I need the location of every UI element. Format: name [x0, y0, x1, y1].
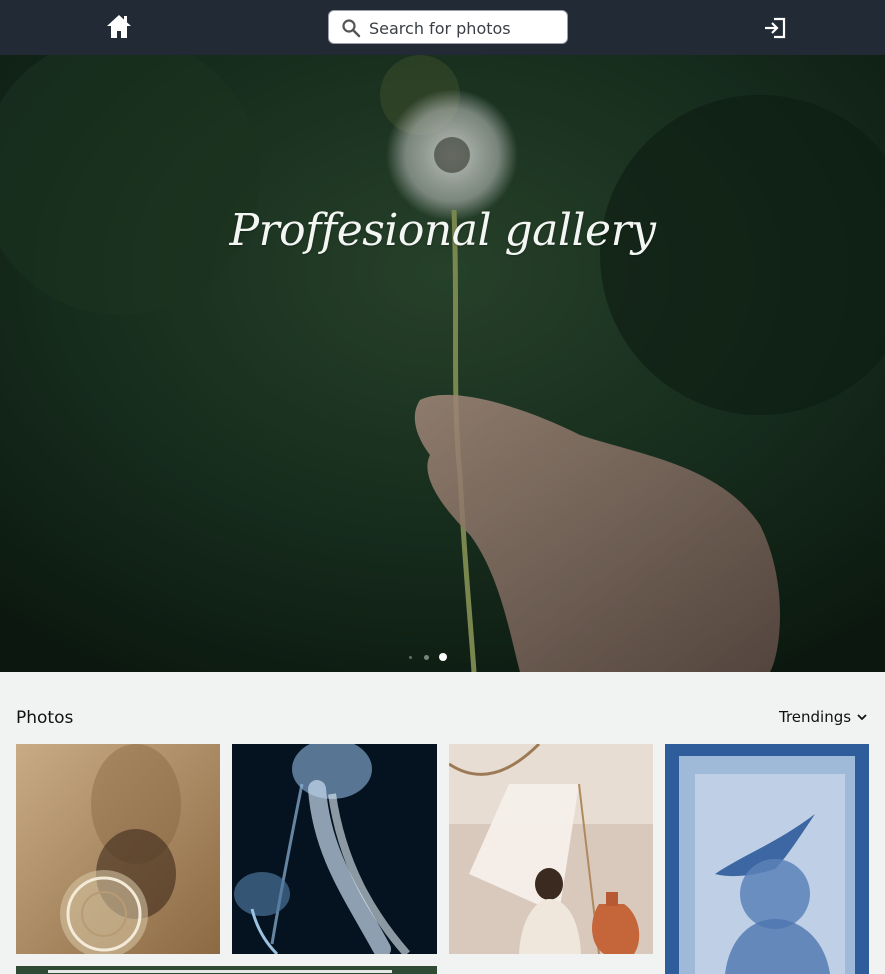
carousel-indicators [406, 653, 456, 663]
search-icon [342, 19, 361, 38]
hero-title: Proffesional gallery [229, 205, 656, 256]
photo-card[interactable] [665, 744, 869, 974]
photo-cyanotype-bird [665, 744, 869, 974]
hero-image [0, 55, 885, 672]
sort-label: Trendings [779, 708, 852, 726]
photos-section-title: Photos [16, 708, 74, 728]
hero-carousel: Proffesional gallery [0, 55, 885, 672]
carousel-dot[interactable] [409, 656, 412, 659]
photo-green-landscape [16, 966, 437, 974]
login-icon [765, 17, 786, 39]
carousel-dot[interactable] [424, 655, 429, 660]
home-button[interactable] [104, 12, 134, 40]
photo-jellyfish [232, 744, 437, 954]
photo-woman-with-vase [449, 744, 653, 954]
top-navbar [0, 0, 885, 55]
sort-dropdown[interactable]: Trendings [779, 708, 867, 726]
photo-glass-shadow [16, 744, 220, 954]
chevron-down-icon [857, 714, 867, 721]
carousel-dot-active[interactable] [439, 653, 447, 661]
photo-card[interactable] [232, 744, 437, 954]
photo-card[interactable] [16, 744, 220, 954]
search-bar [328, 10, 568, 44]
search-input[interactable] [369, 17, 559, 39]
photo-card[interactable] [16, 966, 437, 974]
photo-card[interactable] [449, 744, 653, 954]
login-button[interactable] [762, 16, 788, 40]
home-icon [107, 15, 131, 38]
